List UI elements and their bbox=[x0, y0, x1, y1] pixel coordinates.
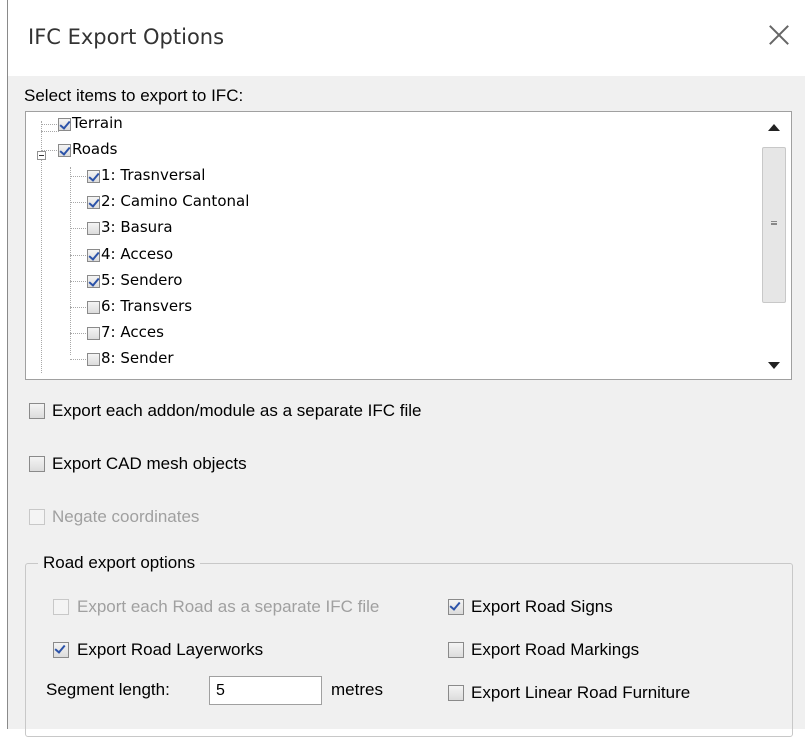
furniture-label: Export Linear Road Furniture bbox=[471, 683, 691, 702]
tree-item-label: 1: Trasnversal bbox=[101, 166, 206, 184]
negate-checkbox bbox=[29, 509, 45, 525]
tree-item-checkbox[interactable] bbox=[87, 222, 100, 235]
tree-item[interactable]: 8: Sender bbox=[0, 349, 759, 371]
signs-label: Export Road Signs bbox=[471, 597, 613, 616]
tree-item-checkbox[interactable] bbox=[58, 144, 71, 157]
cad-mesh-checkbox[interactable] bbox=[29, 456, 45, 472]
scroll-up-icon[interactable] bbox=[768, 124, 780, 131]
tree-item[interactable]: 1: Trasnversal bbox=[0, 166, 759, 188]
layerworks-checkbox[interactable] bbox=[53, 642, 69, 658]
collapse-icon[interactable] bbox=[37, 151, 46, 160]
signs-checkbox[interactable] bbox=[448, 599, 464, 615]
segment-length-label: Segment length: bbox=[46, 680, 170, 699]
tree-item-checkbox[interactable] bbox=[87, 301, 100, 314]
furniture-checkbox[interactable] bbox=[448, 685, 464, 701]
segment-length-input[interactable] bbox=[209, 676, 322, 705]
tree-line bbox=[70, 281, 86, 282]
each-road-checkbox bbox=[53, 599, 69, 615]
separate-file-label: Export each addon/module as a separate I… bbox=[52, 401, 422, 420]
tree-item-label: 3: Basura bbox=[101, 218, 173, 236]
scroll-thumb[interactable] bbox=[762, 147, 786, 303]
tree-item-checkbox[interactable] bbox=[87, 353, 100, 366]
segment-unit-label: metres bbox=[331, 680, 383, 699]
tree-item-label: 8: Sender bbox=[101, 349, 174, 367]
tree-item-checkbox[interactable] bbox=[87, 275, 100, 288]
tree-item[interactable]: 4: Acceso bbox=[0, 245, 759, 267]
tree-item-checkbox[interactable] bbox=[87, 327, 100, 340]
markings-checkbox[interactable] bbox=[448, 642, 464, 658]
layerworks-label: Export Road Layerworks bbox=[77, 640, 264, 659]
tree-item[interactable]: 6: Transvers bbox=[0, 297, 759, 319]
tree-item-label: 6: Transvers bbox=[101, 297, 193, 315]
tree-line bbox=[70, 202, 86, 203]
tree-item-label: 4: Acceso bbox=[101, 245, 174, 263]
tree-item-label: 5: Sendero bbox=[101, 271, 183, 289]
tree-item[interactable]: 3: Basura bbox=[0, 218, 759, 240]
tree-item[interactable]: 2: Camino Cantonal bbox=[0, 192, 759, 214]
tree-item[interactable]: Sewer bbox=[0, 375, 759, 377]
tree-item[interactable]: Roads bbox=[0, 140, 759, 162]
tree-item[interactable]: 7: Acces bbox=[0, 323, 759, 345]
scroll-grip-icon bbox=[771, 224, 777, 225]
tree-item-checkbox[interactable] bbox=[87, 249, 100, 262]
each-road-label: Export each Road as a separate IFC file bbox=[77, 597, 380, 616]
tree-item-checkbox[interactable] bbox=[87, 170, 100, 183]
scroll-down-icon[interactable] bbox=[768, 362, 780, 369]
tree-item-label: Roads bbox=[72, 140, 118, 158]
tree-line bbox=[70, 359, 86, 360]
tree-item-checkbox[interactable] bbox=[87, 196, 100, 209]
separate-file-checkbox[interactable] bbox=[29, 403, 45, 419]
tree-line bbox=[41, 124, 57, 125]
tree-item-label: 2: Camino Cantonal bbox=[101, 192, 250, 210]
negate-label: Negate coordinates bbox=[52, 507, 200, 526]
tree-item-label: Sewer bbox=[72, 375, 118, 377]
tree-item[interactable]: Terrain bbox=[0, 114, 759, 136]
tree-line bbox=[70, 176, 86, 177]
tree-line bbox=[70, 307, 86, 308]
tree-line bbox=[70, 255, 86, 256]
tree-item-label: Terrain bbox=[72, 114, 123, 132]
close-icon[interactable] bbox=[767, 22, 791, 46]
road-options-title: Road export options bbox=[38, 553, 201, 573]
tree-line bbox=[70, 333, 86, 334]
tree-item-checkbox[interactable] bbox=[58, 118, 71, 131]
cad-mesh-label: Export CAD mesh objects bbox=[52, 454, 247, 473]
markings-label: Export Road Markings bbox=[471, 640, 640, 659]
tree-item[interactable]: 5: Sendero bbox=[0, 271, 759, 293]
tree-item-label: 7: Acces bbox=[101, 323, 164, 341]
tree-line bbox=[70, 228, 86, 229]
